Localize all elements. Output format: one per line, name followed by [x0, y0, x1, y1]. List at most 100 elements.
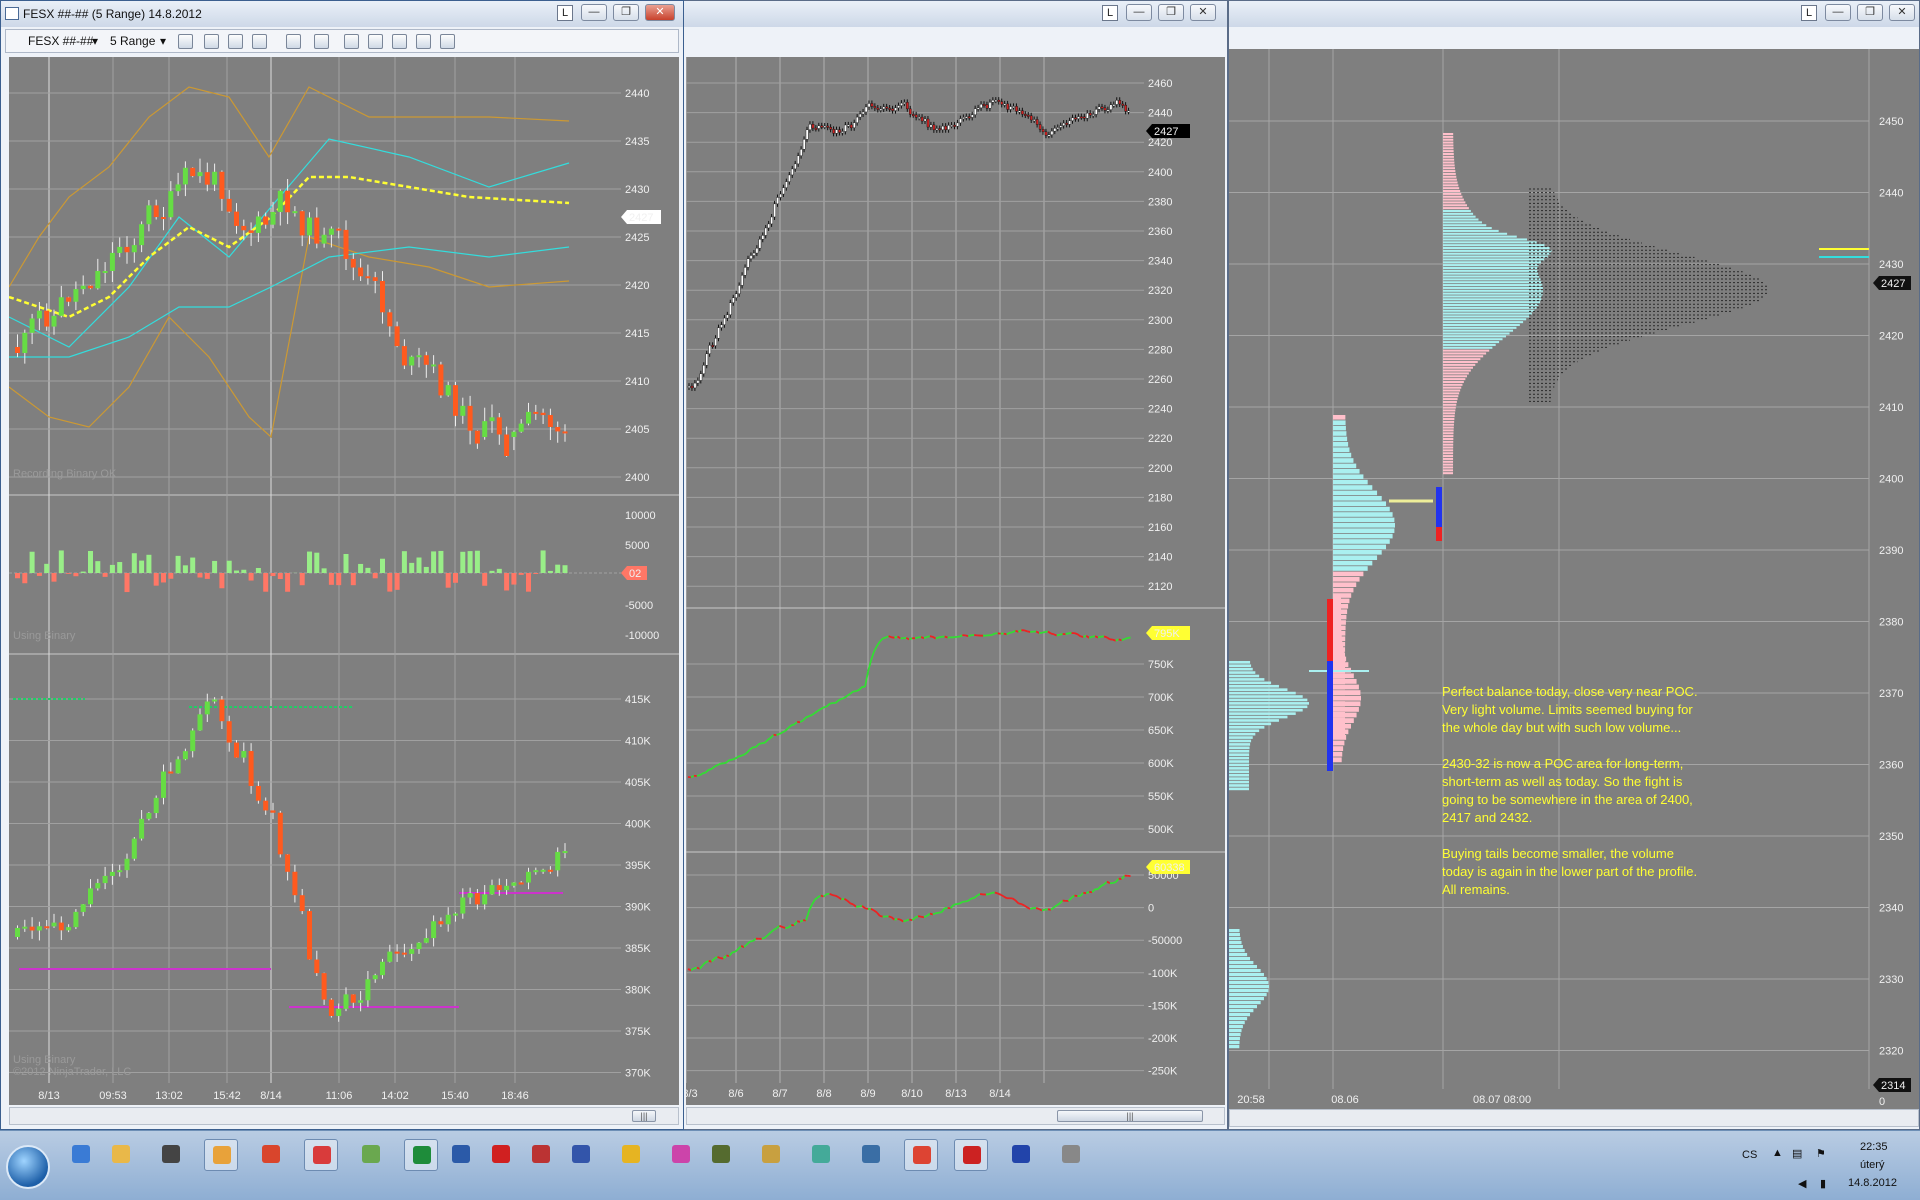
profile-titlebar[interactable]: L — ❐ ✕ — [1229, 1, 1919, 27]
price-candle — [864, 106, 868, 113]
price-candle — [1059, 125, 1063, 128]
pencil-draw-icon[interactable] — [204, 34, 219, 49]
clock-time[interactable]: 22:35 — [1860, 1141, 1888, 1153]
word-icon[interactable] — [444, 1139, 478, 1171]
cum-candle — [314, 959, 320, 974]
delta-last-tag: 60338 — [1154, 862, 1185, 874]
python-icon[interactable] — [854, 1139, 888, 1171]
price-candle — [702, 365, 706, 374]
speaker-icon[interactable]: ◀ — [1798, 1177, 1806, 1190]
intraday-close-button[interactable]: ✕ — [645, 4, 675, 21]
flag-icon[interactable]: ⚑ — [1816, 1147, 1826, 1160]
eraser-icon[interactable] — [252, 34, 267, 49]
cum-candle — [504, 885, 510, 891]
daily-titlebar[interactable]: L — ❐ ✕ — [682, 1, 1227, 27]
profile-row-left-2 — [1229, 977, 1267, 981]
intraday-minimize-button[interactable]: — — [581, 4, 607, 21]
profile-scrollbar[interactable] — [1229, 1109, 1919, 1127]
cum-candle — [270, 810, 276, 813]
data-box-icon[interactable] — [440, 34, 455, 49]
profile-row-main — [1443, 463, 1454, 466]
volume-line-segment — [914, 636, 919, 640]
network-icon[interactable]: ▤ — [1792, 1147, 1802, 1160]
pdf-icon[interactable] — [484, 1139, 518, 1171]
delta-line-segment — [714, 956, 718, 960]
volume-line-segment — [708, 768, 712, 771]
profile-chart-area[interactable]: 2450 2440 2430 2420 2410 2400 2390 2380 2370 2360… — [1229, 49, 1919, 1109]
signal-icon[interactable]: ▮ — [1820, 1177, 1826, 1190]
price-candle — [743, 267, 747, 276]
intraday-chart-area[interactable]: 2440 2435 2430 2425 2420 2415 2410 2405 2400 2427… — [9, 57, 679, 1105]
price-candle — [791, 168, 794, 176]
crosshair-icon[interactable] — [286, 34, 301, 49]
volume-line-segment — [1085, 635, 1090, 639]
explorer-icon[interactable] — [104, 1139, 138, 1171]
profile-row-mid-pink — [1333, 611, 1342, 617]
gem-icon[interactable] — [664, 1139, 698, 1171]
daily-restore-button[interactable]: ❐ — [1158, 4, 1184, 21]
intraday-restore-button[interactable]: ❐ — [613, 4, 639, 21]
excel-icon[interactable] — [404, 1139, 438, 1171]
trader-icon[interactable] — [954, 1139, 988, 1171]
volume-tick-label: 600K — [1148, 758, 1174, 770]
profile-link-button[interactable]: L — [1801, 5, 1817, 21]
profile-row-main — [1443, 358, 1481, 361]
intraday-scroll-thumb[interactable]: ||| — [632, 1110, 656, 1122]
acrobat-icon[interactable] — [304, 1139, 338, 1171]
media-icon[interactable] — [204, 1139, 238, 1171]
draw-tool-icon[interactable] — [228, 34, 243, 49]
network-icon[interactable] — [804, 1139, 838, 1171]
intraday-titlebar[interactable]: FESX ##-## (5 Range) 14.8.2012 L — ❐ ✕ — [1, 1, 683, 27]
zoom-icon[interactable] — [314, 34, 329, 49]
save-icon[interactable] — [416, 34, 431, 49]
daily-link-button[interactable]: L — [1102, 5, 1118, 21]
delta-bar — [474, 550, 480, 573]
language-indicator[interactable]: CS — [1742, 1149, 1757, 1161]
strategies-icon[interactable] — [368, 34, 383, 49]
lock-icon[interactable] — [154, 1139, 188, 1171]
price-candle — [1086, 112, 1089, 119]
gem-icon-glyph — [672, 1145, 690, 1163]
indicators-icon[interactable] — [344, 34, 359, 49]
ninjatrader-icon[interactable] — [354, 1139, 388, 1171]
profile-minimize-button[interactable]: — — [1825, 4, 1851, 21]
daily-scroll-thumb[interactable]: ||| — [1057, 1110, 1203, 1122]
price-candle — [988, 102, 992, 109]
instrument-selector[interactable]: FESX ##-## — [28, 34, 93, 48]
delta-line-segment — [770, 929, 775, 934]
price-candle — [971, 114, 974, 118]
daily-chart-area[interactable]: 2460 2440 2420 2400 2380 2360 2340 2320 2300 2280… — [686, 57, 1225, 1105]
interval-selector[interactable]: 5 Range — [110, 34, 155, 48]
delta-line-segment — [965, 899, 969, 903]
daily-scrollbar[interactable]: ||| — [686, 1107, 1225, 1125]
cum-candle — [350, 994, 356, 1003]
daily-minimize-button[interactable]: — — [1126, 4, 1152, 21]
app-icon[interactable] — [1004, 1139, 1038, 1171]
tray-expand-icon[interactable]: ▲ — [1772, 1147, 1783, 1159]
interval-dropdown-icon[interactable]: ▾ — [160, 34, 166, 48]
zoom-icon[interactable] — [1054, 1139, 1088, 1171]
paint-icon[interactable] — [254, 1139, 288, 1171]
reader-icon[interactable] — [524, 1139, 558, 1171]
cum-candle — [102, 875, 108, 884]
candle-body — [496, 417, 502, 435]
profile-row-main — [1443, 415, 1455, 418]
price-candle — [991, 99, 995, 103]
instrument-dropdown-icon[interactable]: ▾ — [92, 34, 98, 48]
intraday-scrollbar[interactable]: ||| — [9, 1107, 679, 1125]
bar-type-icon[interactable] — [178, 34, 193, 49]
save-icon[interactable] — [564, 1139, 598, 1171]
time-axis-label: 14:02 — [381, 1090, 409, 1102]
chrome-icon[interactable] — [904, 1139, 938, 1171]
ie-icon[interactable] — [64, 1139, 98, 1171]
daily-close-button[interactable]: ✕ — [1190, 4, 1216, 21]
properties-icon[interactable] — [392, 34, 407, 49]
coins-icon[interactable] — [754, 1139, 788, 1171]
intraday-link-button[interactable]: L — [557, 5, 573, 21]
profile-restore-button[interactable]: ❐ — [1857, 4, 1883, 21]
delta-bar — [314, 552, 320, 573]
profile-close-button[interactable]: ✕ — [1889, 4, 1915, 21]
start-button[interactable] — [6, 1145, 50, 1189]
note-icon[interactable] — [704, 1139, 738, 1171]
globe-icon[interactable] — [614, 1139, 648, 1171]
